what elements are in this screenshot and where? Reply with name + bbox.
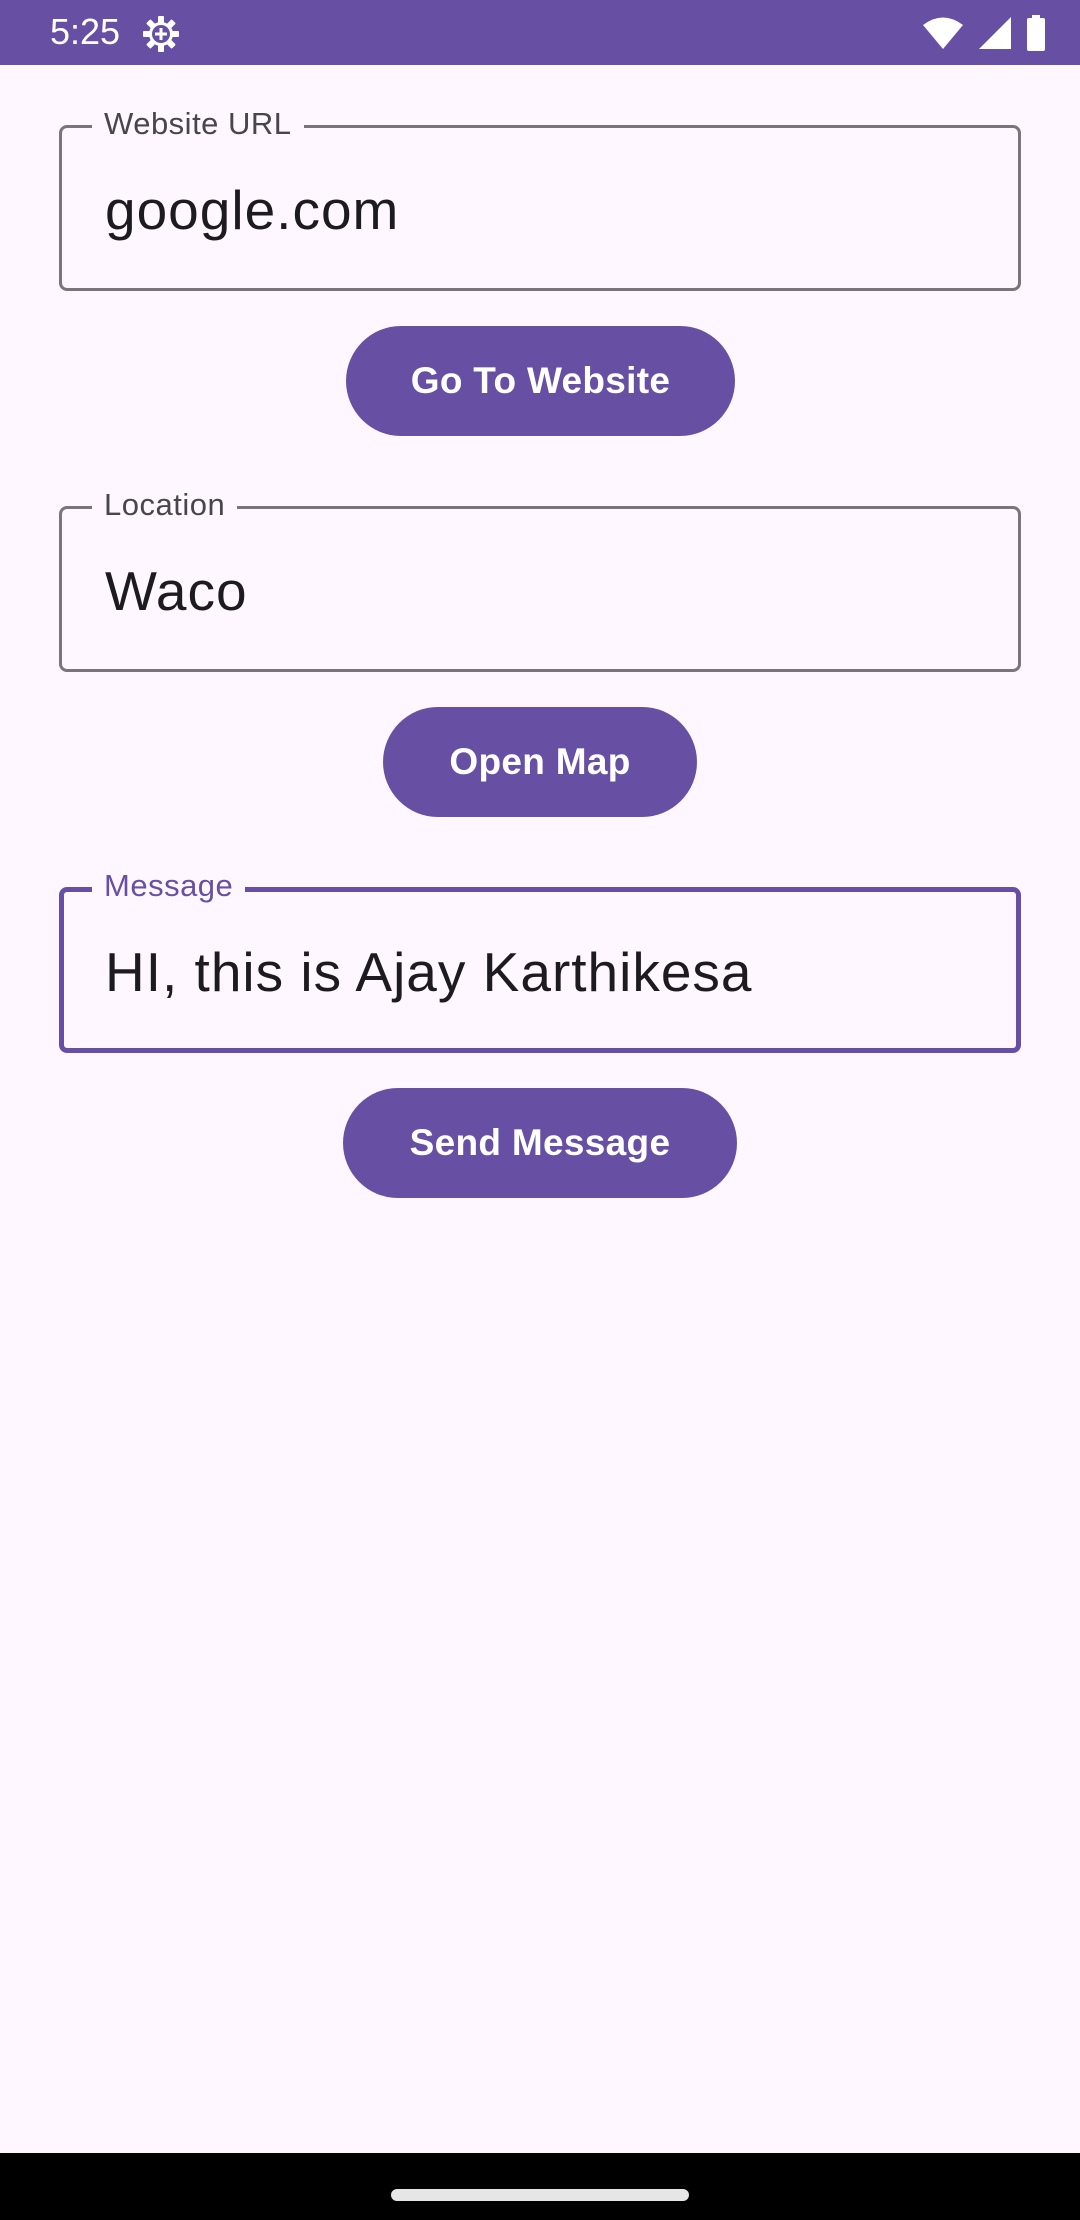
wifi-icon	[923, 17, 963, 49]
status-icons	[922, 14, 1046, 52]
website-url-label: Website URL	[92, 104, 304, 144]
cellular-signal-icon	[979, 17, 1011, 49]
location-field[interactable]: Location Waco	[59, 485, 1021, 672]
navigation-bar	[0, 2153, 1080, 2220]
message-input[interactable]: HI, this is Ajay Karthikesa	[105, 940, 753, 1004]
location-label: Location	[92, 485, 238, 525]
battery-icon	[1027, 15, 1045, 51]
home-gesture-handle[interactable]	[391, 2189, 689, 2201]
open-map-button[interactable]: Open Map	[383, 707, 697, 817]
location-input[interactable]: Waco	[105, 559, 248, 623]
website-url-input[interactable]: google.com	[105, 178, 399, 242]
message-field[interactable]: Message HI, this is Ajay Karthikesa	[59, 866, 1021, 1053]
website-url-field[interactable]: Website URL google.com	[59, 104, 1021, 291]
status-bar: 5:25	[0, 0, 1080, 65]
message-label: Message	[92, 866, 246, 906]
go-to-website-button[interactable]: Go To Website	[346, 326, 735, 436]
settings-gear-icon	[143, 16, 179, 52]
send-message-button[interactable]: Send Message	[343, 1088, 737, 1198]
status-time: 5:25	[50, 11, 121, 52]
